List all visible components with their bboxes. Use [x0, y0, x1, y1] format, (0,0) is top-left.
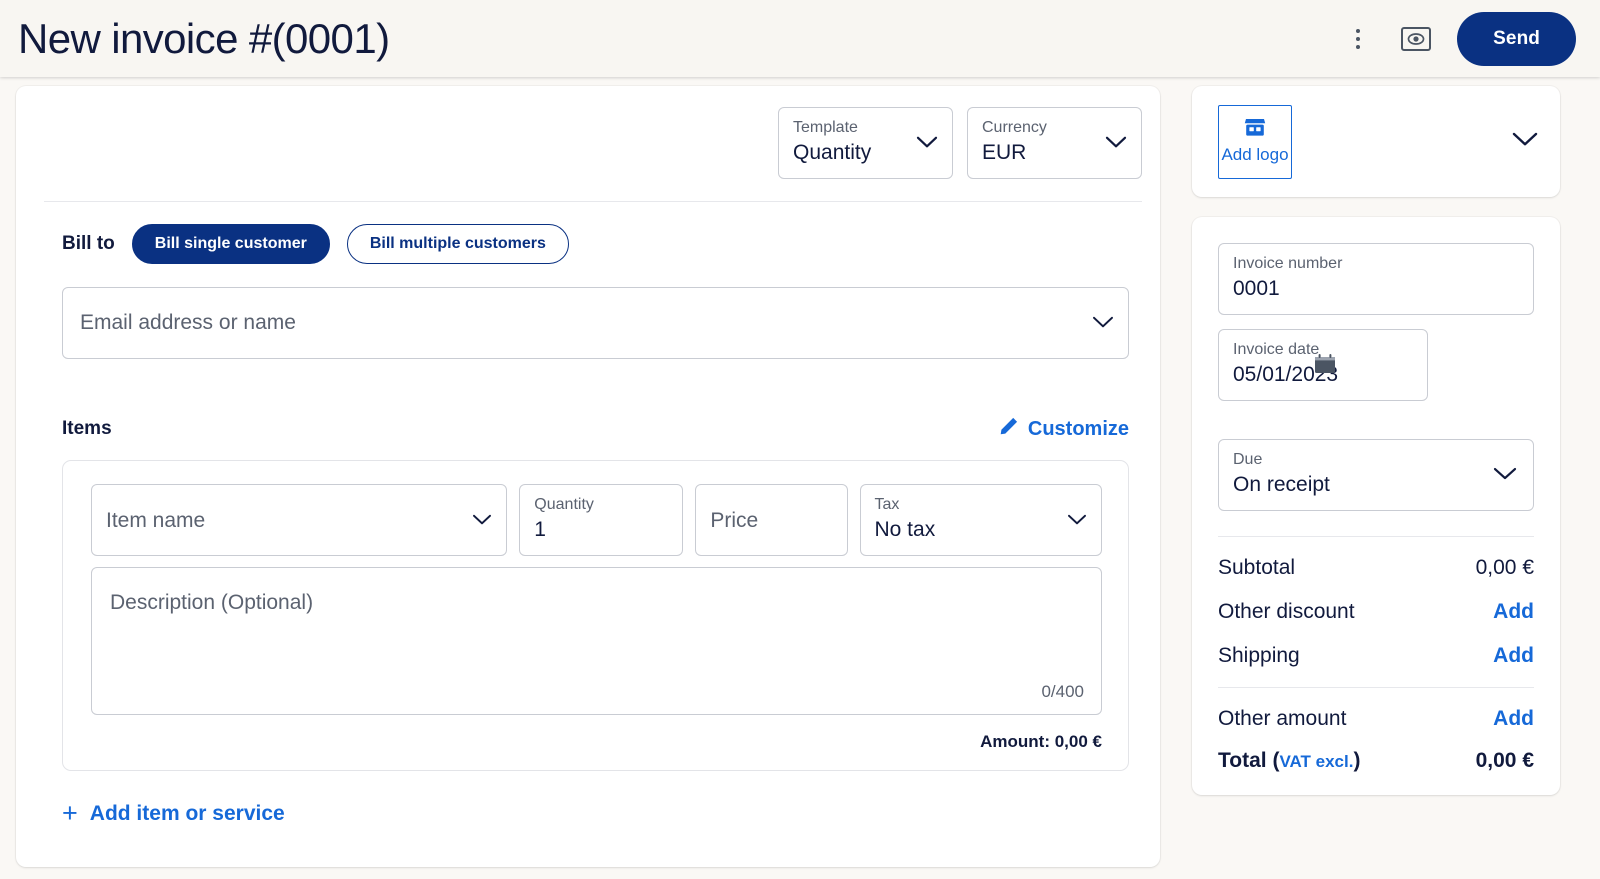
chevron-down-icon [1493, 467, 1517, 486]
totals-row-subtotal: Subtotal 0,00 € [1218, 537, 1534, 581]
totals-row-other-amount: Other amount Add [1218, 688, 1534, 732]
totals-row-shipping: Shipping Add [1218, 625, 1534, 669]
tax-label: Tax [874, 496, 900, 513]
currency-select[interactable]: Currency EUR [967, 107, 1142, 179]
invoice-number-label: Invoice number [1233, 255, 1343, 272]
quantity-label: Quantity [534, 496, 594, 513]
invoice-form-card: Template Quantity Currency EUR Bill to B… [16, 86, 1160, 867]
storefront-icon [1244, 118, 1266, 142]
content-area: Template Quantity Currency EUR Bill to B… [0, 77, 1600, 879]
invoice-options-row: Template Quantity Currency EUR [16, 86, 1160, 179]
price-placeholder: Price [710, 509, 759, 532]
invoice-number-value: 0001 [1233, 277, 1280, 300]
price-input[interactable]: Price [695, 484, 848, 556]
description-textarea[interactable]: Description (Optional) 0/400 [91, 567, 1102, 715]
currency-value: EUR [982, 141, 1027, 164]
bill-to-row: Bill to Bill single customer Bill multip… [16, 202, 1160, 264]
customer-input-placeholder: Email address or name [80, 311, 296, 334]
send-button[interactable]: Send [1457, 11, 1576, 66]
customer-select-field[interactable]: Email address or name [62, 287, 1129, 359]
invoice-date-input[interactable]: Invoice date 05/01/2023 [1218, 329, 1428, 401]
other-amount-label: Other amount [1218, 707, 1347, 730]
add-other-discount-button[interactable]: Add [1493, 600, 1534, 624]
header-actions: Send [1341, 11, 1576, 66]
total-label: Total (VAT excl.) [1218, 749, 1361, 772]
vat-note: VAT excl. [1279, 752, 1354, 771]
calendar-icon[interactable] [1313, 352, 1337, 381]
subtotal-value: 0,00 € [1475, 555, 1534, 579]
items-header: Items Customize [62, 416, 1129, 442]
item-name-placeholder: Item name [106, 509, 206, 532]
kebab-menu-icon[interactable] [1341, 22, 1375, 56]
item-row-card: Item name Quantity 1 Price Tax No tax De… [62, 460, 1129, 771]
due-value: On receipt [1233, 473, 1330, 496]
description-char-counter: 0/400 [1041, 682, 1084, 701]
chevron-down-icon [1092, 316, 1114, 334]
preview-eye-icon[interactable] [1401, 26, 1432, 51]
template-value: Quantity [793, 141, 872, 164]
add-item-or-service-button[interactable]: + Add item or service [62, 800, 1160, 827]
item-fields-row: Item name Quantity 1 Price Tax No tax [91, 484, 1103, 556]
currency-label: Currency [982, 119, 1047, 136]
bill-multiple-customers-button[interactable]: Bill multiple customers [346, 224, 569, 264]
total-value: 0,00 € [1475, 749, 1534, 772]
due-label: Due [1233, 451, 1263, 468]
due-select[interactable]: Due On receipt [1218, 439, 1534, 511]
customize-label: Customize [1027, 417, 1129, 440]
add-logo-label: Add logo [1221, 145, 1289, 164]
add-item-label: Add item or service [89, 801, 285, 825]
invoice-details-card: Invoice number 0001 Invoice date 05/01/2… [1192, 217, 1560, 795]
tax-select[interactable]: Tax No tax [859, 484, 1103, 556]
bill-single-customer-button[interactable]: Bill single customer [131, 224, 330, 264]
items-title: Items [62, 418, 112, 439]
add-shipping-button[interactable]: Add [1493, 644, 1534, 668]
other-discount-label: Other discount [1218, 600, 1355, 623]
totals-row-other-discount: Other discount Add [1218, 581, 1534, 625]
template-label: Template [793, 119, 858, 136]
invoice-editor-page: New invoice #(0001) Send Template Quanti… [0, 0, 1600, 879]
item-amount: Amount: 0,00 € [980, 732, 1102, 751]
bill-to-label: Bill to [62, 233, 115, 254]
item-name-select[interactable]: Item name [91, 484, 508, 556]
chevron-down-icon[interactable] [1512, 132, 1538, 152]
template-select[interactable]: Template Quantity [778, 107, 953, 179]
add-logo-button[interactable]: Add logo [1218, 104, 1292, 179]
quantity-value: 1 [534, 518, 546, 541]
plus-icon: + [62, 798, 78, 828]
subtotal-label: Subtotal [1218, 556, 1296, 579]
quantity-input[interactable]: Quantity 1 [519, 484, 684, 556]
shipping-label: Shipping [1218, 644, 1300, 667]
invoice-number-input[interactable]: Invoice number 0001 [1218, 243, 1534, 315]
page-title: New invoice #(0001) [18, 14, 390, 62]
app-header: New invoice #(0001) Send [0, 0, 1600, 77]
invoice-preview-sidebar: Add logo Invoice number 0001 Invoice dat… [1192, 86, 1560, 795]
customize-button[interactable]: Customize [999, 416, 1129, 442]
pencil-icon [999, 416, 1019, 442]
add-other-amount-button[interactable]: Add [1493, 707, 1534, 731]
tax-value: No tax [874, 518, 936, 541]
totals-row-total: Total (VAT excl.) 0,00 € [1218, 732, 1534, 775]
logo-card: Add logo [1192, 86, 1560, 197]
description-placeholder: Description (Optional) [110, 591, 314, 614]
